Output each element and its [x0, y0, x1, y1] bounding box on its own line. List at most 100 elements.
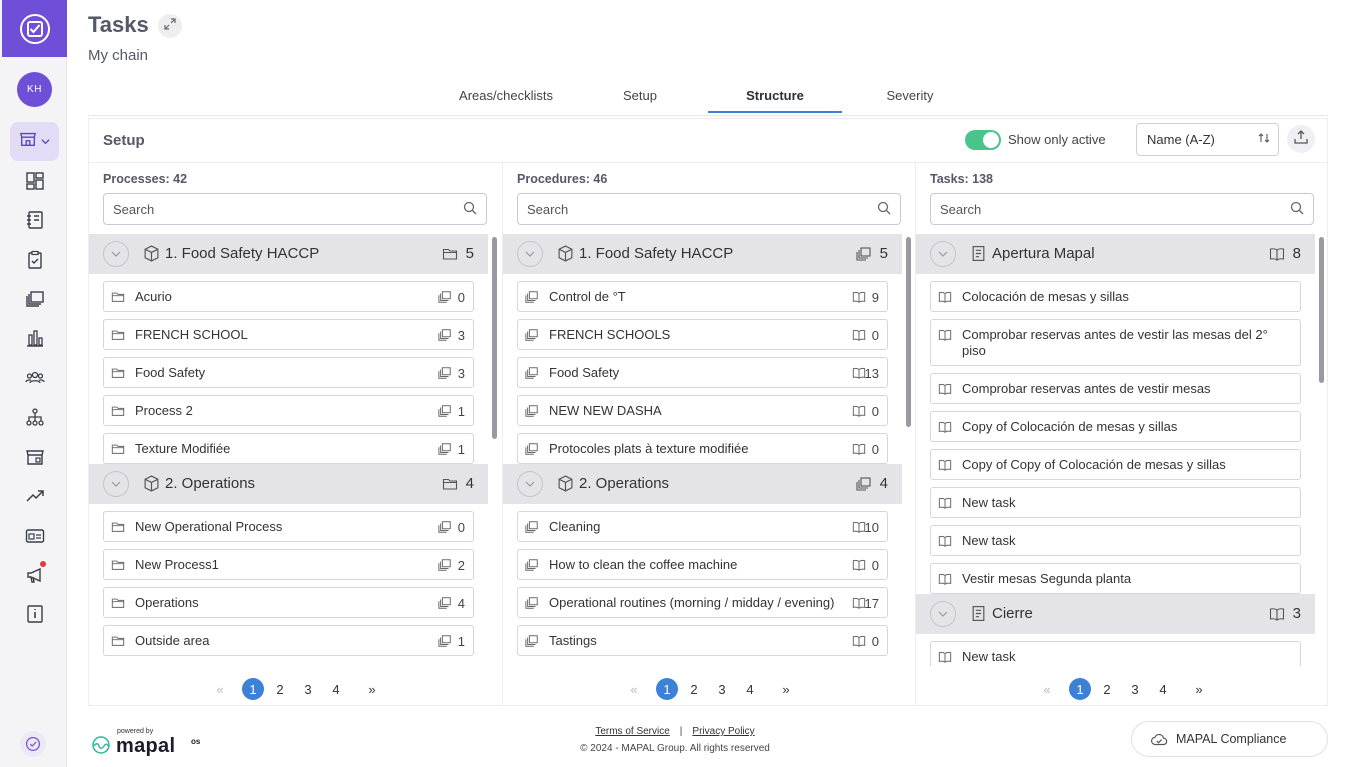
- list-item[interactable]: New task: [930, 525, 1301, 556]
- scrollbar[interactable]: [906, 237, 911, 427]
- avatar[interactable]: KH: [17, 72, 52, 107]
- page-4[interactable]: 4: [1152, 678, 1174, 700]
- megaphone-icon[interactable]: [24, 561, 46, 586]
- terms-link[interactable]: Terms of Service: [595, 726, 669, 737]
- list-item[interactable]: Comprobar reservas antes de vestir las m…: [930, 319, 1301, 366]
- chevron-down-icon[interactable]: [930, 241, 956, 267]
- notebook-icon[interactable]: [24, 209, 46, 231]
- page-2[interactable]: 2: [1096, 678, 1118, 700]
- group-header[interactable]: 2. Operations 4: [89, 464, 488, 504]
- privacy-link[interactable]: Privacy Policy: [692, 726, 754, 737]
- chevron-down-icon[interactable]: [103, 471, 129, 497]
- bar-chart-icon[interactable]: [24, 327, 46, 349]
- procedures-icon: [525, 366, 540, 381]
- mapal-compliance-logo-icon[interactable]: [20, 731, 46, 757]
- list-item[interactable]: Outside area 1: [103, 625, 474, 656]
- org-tree-icon[interactable]: [24, 406, 46, 428]
- group-header[interactable]: Apertura Mapal 8: [916, 234, 1315, 274]
- chevron-down-icon[interactable]: [517, 471, 543, 497]
- expand-button[interactable]: [158, 14, 182, 38]
- item-count: 0: [871, 404, 879, 419]
- people-icon[interactable]: [24, 367, 46, 389]
- page-3[interactable]: 3: [1124, 678, 1146, 700]
- page-1[interactable]: 1: [656, 678, 678, 700]
- list-item[interactable]: Operations 4: [103, 587, 474, 618]
- list-item[interactable]: Texture Modifiée 1: [103, 433, 474, 464]
- group-header[interactable]: 1. Food Safety HACCP 5: [89, 234, 488, 274]
- group-header[interactable]: Cierre 3: [916, 594, 1315, 634]
- list-item[interactable]: FRENCH SCHOOL 3: [103, 319, 474, 350]
- scrollbar[interactable]: [1319, 237, 1324, 383]
- procedures-search-input[interactable]: [517, 193, 901, 225]
- group-header[interactable]: 2. Operations 4: [503, 464, 902, 504]
- sort-select[interactable]: Name (A-Z): [1136, 123, 1279, 156]
- list-item[interactable]: How to clean the coffee machine 0: [517, 549, 888, 580]
- list-item[interactable]: Comprobar reservas antes de vestir mesas: [930, 373, 1301, 404]
- page-3[interactable]: 3: [711, 678, 733, 700]
- info-icon[interactable]: [24, 603, 46, 625]
- shop-icon[interactable]: [24, 446, 46, 468]
- list-item[interactable]: Operational routines (morning / midday /…: [517, 587, 888, 618]
- book-icon: [938, 572, 953, 587]
- chevron-down-icon[interactable]: [103, 241, 129, 267]
- chevron-down-icon[interactable]: [517, 241, 543, 267]
- processes-search-input[interactable]: [103, 193, 487, 225]
- list-item[interactable]: Food Safety 13: [517, 357, 888, 388]
- page-1[interactable]: 1: [1069, 678, 1091, 700]
- list-item[interactable]: New task: [930, 641, 1301, 666]
- list-item[interactable]: Vestir mesas Segunda planta: [930, 563, 1301, 594]
- tab-areas-checklists[interactable]: Areas/checklists: [440, 88, 572, 103]
- app-logo-icon[interactable]: [2, 0, 67, 57]
- book-icon: [938, 382, 953, 397]
- next-page-button[interactable]: »: [361, 678, 383, 700]
- procedures-column: Procedures: 46 1. Food Safety HACCP 5 Co…: [502, 163, 915, 706]
- book-icon: [938, 420, 953, 435]
- page-2[interactable]: 2: [683, 678, 705, 700]
- page-2[interactable]: 2: [269, 678, 291, 700]
- list-item[interactable]: Acurio 0: [103, 281, 474, 312]
- mapal-compliance-button[interactable]: MAPAL Compliance: [1131, 721, 1328, 757]
- procedures-icon: [438, 634, 453, 649]
- gallery-icon[interactable]: [24, 288, 46, 310]
- list-item[interactable]: New Operational Process 0: [103, 511, 474, 542]
- list-item[interactable]: Food Safety 3: [103, 357, 474, 388]
- prev-page-button[interactable]: «: [623, 678, 645, 700]
- tasks-search-input[interactable]: [930, 193, 1314, 225]
- checklist-icon[interactable]: [24, 249, 46, 271]
- cube-icon: [143, 475, 161, 493]
- list-item[interactable]: New task: [930, 487, 1301, 518]
- item-name: New task: [962, 533, 1016, 548]
- list-item[interactable]: New Process1 2: [103, 549, 474, 580]
- scrollbar[interactable]: [492, 237, 497, 439]
- trending-icon[interactable]: [24, 485, 46, 507]
- page-3[interactable]: 3: [297, 678, 319, 700]
- next-page-button[interactable]: »: [775, 678, 797, 700]
- list-item[interactable]: FRENCH SCHOOLS 0: [517, 319, 888, 350]
- list-item[interactable]: Colocación de mesas y sillas: [930, 281, 1301, 312]
- store-selector-button[interactable]: [10, 122, 59, 161]
- tab-severity[interactable]: Severity: [864, 88, 956, 103]
- list-item[interactable]: Cleaning 10: [517, 511, 888, 542]
- list-item[interactable]: Tastings 0: [517, 625, 888, 656]
- export-button[interactable]: [1287, 125, 1315, 153]
- dashboard-icon[interactable]: [24, 170, 46, 192]
- tab-setup[interactable]: Setup: [594, 88, 686, 103]
- show-only-active-toggle[interactable]: [965, 130, 1001, 150]
- chevron-down-icon[interactable]: [930, 601, 956, 627]
- group-header[interactable]: 1. Food Safety HACCP 5: [503, 234, 902, 274]
- page-1[interactable]: 1: [242, 678, 264, 700]
- list-item[interactable]: Copy of Copy of Colocación de mesas y si…: [930, 449, 1301, 480]
- list-item[interactable]: Protocoles plats à texture modifiée 0: [517, 433, 888, 464]
- prev-page-button[interactable]: «: [209, 678, 231, 700]
- list-item[interactable]: Control de °T 9: [517, 281, 888, 312]
- prev-page-button[interactable]: «: [1036, 678, 1058, 700]
- page-4[interactable]: 4: [325, 678, 347, 700]
- list-item[interactable]: Process 2 1: [103, 395, 474, 426]
- list-item[interactable]: Copy of Colocación de mesas y sillas: [930, 411, 1301, 442]
- item-name: NEW NEW DASHA: [549, 403, 662, 418]
- tab-structure[interactable]: Structure: [708, 88, 842, 103]
- page-4[interactable]: 4: [739, 678, 761, 700]
- id-card-icon[interactable]: [24, 525, 46, 547]
- next-page-button[interactable]: »: [1188, 678, 1210, 700]
- list-item[interactable]: NEW NEW DASHA 0: [517, 395, 888, 426]
